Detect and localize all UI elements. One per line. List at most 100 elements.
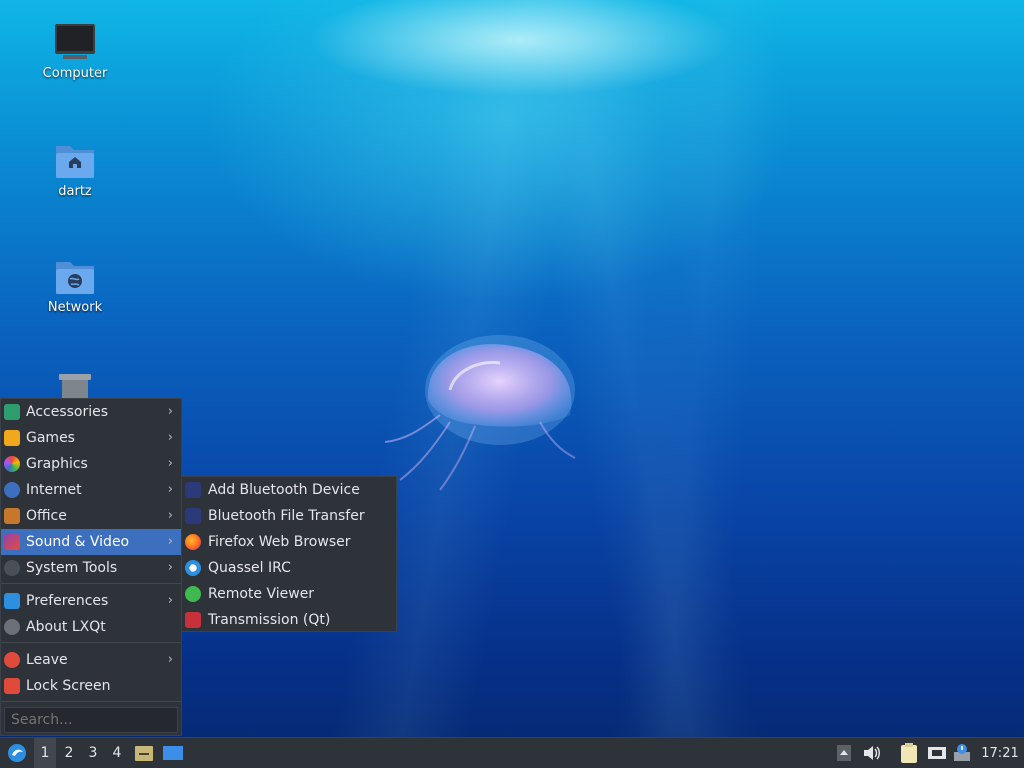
- menu-item-label: Graphics: [26, 456, 88, 472]
- clipboard-icon: [901, 743, 917, 763]
- desktop-icon-trash[interactable]: [25, 372, 125, 398]
- menu-item-label: Games: [26, 430, 75, 446]
- bluetooth-icon: [185, 482, 201, 498]
- chevron-right-icon: ›: [167, 593, 173, 608]
- remote-viewer-icon: [185, 586, 201, 602]
- menu-item-label: Accessories: [26, 404, 109, 420]
- menu-item-label: Lock Screen: [26, 678, 111, 694]
- chevron-right-icon: ›: [167, 456, 173, 471]
- start-menu-button[interactable]: [4, 738, 30, 768]
- network-folder-icon: [56, 262, 94, 294]
- menu-item-sound-video[interactable]: Sound & Video ›: [1, 529, 181, 555]
- chevron-right-icon: ›: [167, 560, 173, 575]
- submenu-item-label: Bluetooth File Transfer: [208, 508, 365, 524]
- menu-item-games[interactable]: Games ›: [1, 425, 181, 451]
- jellyfish-wallpaper: [384, 335, 576, 491]
- taskbar: 1 2 3 4 17:21: [0, 737, 1024, 768]
- submenu-item-label: Quassel IRC: [208, 560, 291, 576]
- menu-separator: [1, 701, 181, 702]
- submenu-item-bluetooth-transfer[interactable]: Bluetooth File Transfer: [182, 503, 396, 529]
- clock[interactable]: 17:21: [980, 738, 1020, 768]
- update-notification-icon: [954, 744, 970, 761]
- menu-item-label: Office: [26, 508, 67, 524]
- trash-icon: [59, 374, 91, 398]
- menu-item-label: System Tools: [26, 560, 118, 576]
- desktop-switch-4[interactable]: 4: [106, 738, 128, 768]
- menu-separator: [1, 642, 181, 643]
- desktop-number: 3: [88, 745, 98, 761]
- submenu-item-add-bluetooth[interactable]: Add Bluetooth Device: [182, 477, 396, 503]
- menu-item-label: About LXQt: [26, 619, 106, 635]
- internet-icon: [4, 482, 20, 498]
- clock-time: 17:21: [981, 745, 1019, 761]
- desktop-icon-network[interactable]: Network: [25, 256, 125, 315]
- start-menu: Accessories › Games › Graphics › Interne…: [0, 398, 182, 736]
- submenu-item-label: Transmission (Qt): [208, 612, 331, 628]
- submenu-item-quassel[interactable]: Quassel IRC: [182, 555, 396, 581]
- chevron-right-icon: ›: [167, 430, 173, 445]
- menu-item-system-tools[interactable]: System Tools ›: [1, 555, 181, 581]
- menu-separator: [1, 583, 181, 584]
- chevron-right-icon: ›: [167, 482, 173, 497]
- desktop-icon-label: dartz: [58, 184, 92, 199]
- show-desktop-button[interactable]: [161, 738, 185, 768]
- desktop-switch-2[interactable]: 2: [58, 738, 80, 768]
- menu-item-leave[interactable]: Leave ›: [1, 647, 181, 673]
- submenu-item-transmission[interactable]: Transmission (Qt): [182, 607, 396, 633]
- sound-video-submenu: Add Bluetooth Device Bluetooth File Tran…: [181, 476, 397, 632]
- menu-item-internet[interactable]: Internet ›: [1, 477, 181, 503]
- home-folder-icon: [56, 146, 94, 178]
- lxqt-logo-icon: [8, 744, 26, 762]
- arrow-up-icon: [837, 745, 851, 761]
- desktop-icon-label: Computer: [42, 66, 108, 81]
- graphics-icon: [4, 456, 20, 472]
- info-icon: [4, 619, 20, 635]
- menu-item-label: Preferences: [26, 593, 109, 609]
- menu-item-office[interactable]: Office ›: [1, 503, 181, 529]
- firefox-icon: [185, 534, 201, 550]
- network-status-button[interactable]: [926, 738, 948, 768]
- desktop-icon-label: Network: [47, 300, 103, 315]
- transmission-icon: [185, 612, 201, 628]
- menu-item-graphics[interactable]: Graphics ›: [1, 451, 181, 477]
- file-manager-icon: [135, 746, 153, 761]
- submenu-item-firefox[interactable]: Firefox Web Browser: [182, 529, 396, 555]
- menu-item-about[interactable]: About LXQt: [1, 614, 181, 640]
- submenu-item-label: Remote Viewer: [208, 586, 315, 602]
- submenu-item-remote-viewer[interactable]: Remote Viewer: [182, 581, 396, 607]
- desktop-switch-1[interactable]: 1: [34, 738, 56, 768]
- updates-notifier-button[interactable]: [952, 738, 972, 768]
- quassel-icon: [185, 560, 201, 576]
- chevron-right-icon: ›: [167, 404, 173, 419]
- desktop-switch-3[interactable]: 3: [82, 738, 104, 768]
- bluetooth-icon: [185, 508, 201, 524]
- power-icon: [4, 652, 20, 668]
- show-desktop-icon: [163, 746, 183, 760]
- chevron-right-icon: ›: [167, 534, 173, 549]
- network-wired-icon: [928, 747, 946, 759]
- tray-expand-button[interactable]: [834, 738, 854, 768]
- desktop-number: 1: [40, 745, 50, 761]
- accessories-icon: [4, 404, 20, 420]
- menu-item-label: Internet: [26, 482, 82, 498]
- office-icon: [4, 508, 20, 524]
- desktop-icon-computer[interactable]: Computer: [25, 22, 125, 81]
- desktop-number: 4: [112, 745, 122, 761]
- menu-item-lock-screen[interactable]: Lock Screen: [1, 673, 181, 699]
- menu-search-input[interactable]: [4, 707, 178, 733]
- volume-button[interactable]: [862, 738, 882, 768]
- desktop-icon-home[interactable]: dartz: [25, 140, 125, 199]
- lock-icon: [4, 678, 20, 694]
- menu-item-accessories[interactable]: Accessories ›: [1, 399, 181, 425]
- file-manager-launcher[interactable]: [133, 738, 155, 768]
- preferences-icon: [4, 593, 20, 609]
- volume-icon: [864, 746, 880, 760]
- clipboard-button[interactable]: [898, 738, 920, 768]
- chevron-right-icon: ›: [167, 508, 173, 523]
- menu-item-label: Sound & Video: [26, 534, 130, 550]
- games-icon: [4, 430, 20, 446]
- computer-icon: [55, 24, 95, 59]
- submenu-item-label: Add Bluetooth Device: [208, 482, 360, 498]
- menu-item-preferences[interactable]: Preferences ›: [1, 588, 181, 614]
- chevron-right-icon: ›: [167, 652, 173, 667]
